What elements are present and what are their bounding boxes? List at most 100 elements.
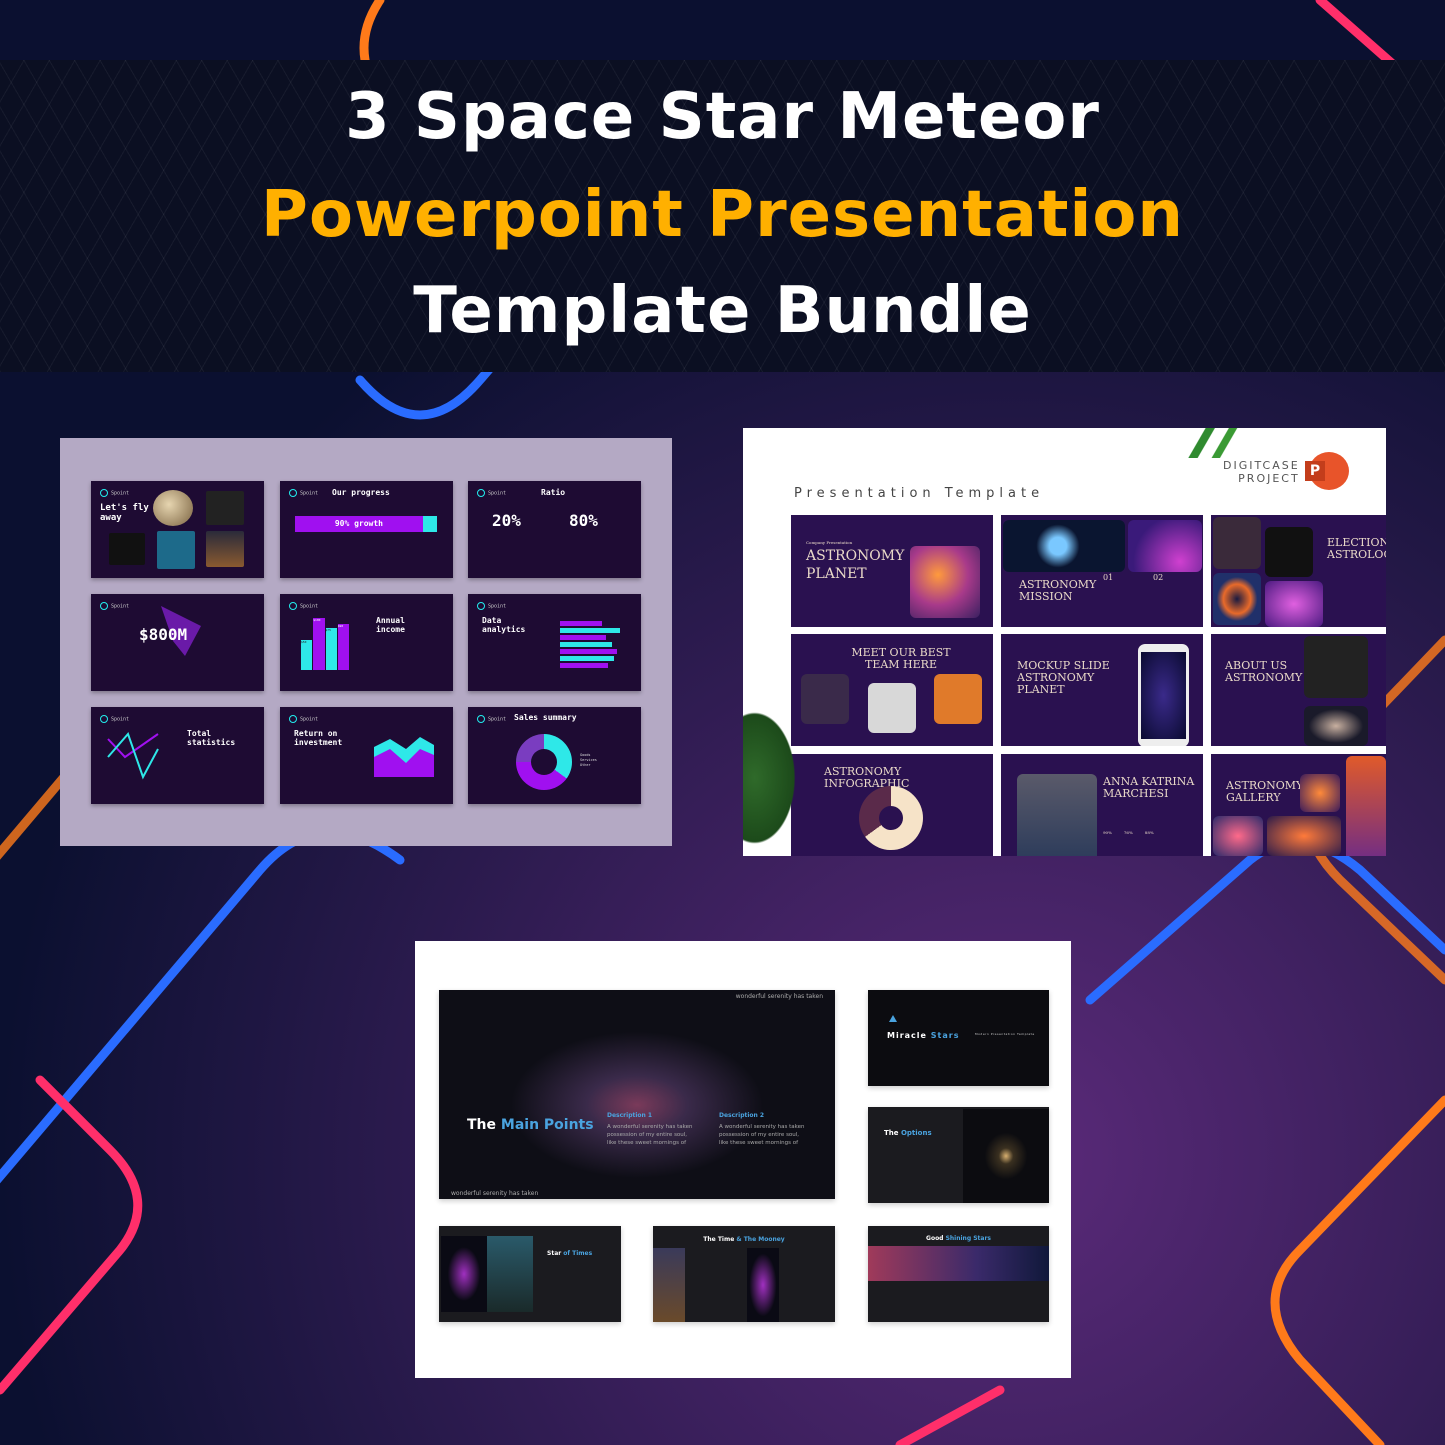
slide-title: The Main Points bbox=[467, 1117, 594, 1133]
monstera-leaf-decoration bbox=[743, 703, 801, 853]
slide-title: Total statistics bbox=[187, 729, 236, 747]
bar-chart: $50 $100 $75 $90 bbox=[301, 618, 349, 670]
galaxy-image bbox=[1304, 706, 1368, 746]
brand-logo: Spoint bbox=[100, 602, 129, 610]
bar: $100 bbox=[313, 618, 325, 670]
number-01: 01 bbox=[1103, 573, 1114, 582]
star-field-image bbox=[868, 1246, 1049, 1281]
brand-logo: Spoint bbox=[100, 715, 129, 723]
slide-title: Return on investment bbox=[294, 729, 343, 747]
space-image bbox=[1265, 527, 1313, 577]
gallery-image bbox=[1300, 774, 1340, 812]
slide-our-progress: Spoint Our progress 90% growth bbox=[280, 481, 453, 578]
slide-electional-astrology: Electional Astrology bbox=[1211, 515, 1386, 627]
milky-way-image bbox=[653, 1248, 685, 1322]
slide-star-of-times: Star of Times bbox=[439, 1226, 621, 1322]
brand-logo: Spoint bbox=[477, 602, 506, 610]
brand-logo: Spoint bbox=[289, 489, 318, 497]
night-sky-image bbox=[487, 1236, 533, 1312]
slide-astronomy-gallery: Astronomy Gallery bbox=[1211, 754, 1386, 856]
slide-title: Annual income bbox=[376, 616, 405, 634]
line-chart bbox=[107, 732, 159, 780]
slide-main-points: wonderful serenity has taken The Main Po… bbox=[439, 990, 835, 1199]
astronomy-template-preview: Presentation Template DIGITCASE PROJECT P… bbox=[743, 428, 1386, 856]
planet-image bbox=[153, 490, 193, 526]
slide-title: Miracle Stars bbox=[887, 1031, 960, 1040]
slide-title: The Time & The Mooney bbox=[703, 1236, 785, 1243]
slide-good-shining-stars: Good Shining Stars bbox=[868, 1226, 1049, 1322]
description-2-heading: Description 2 bbox=[719, 1112, 765, 1119]
nebula-image bbox=[1265, 581, 1323, 627]
slide-title: Sales summary bbox=[514, 713, 577, 722]
slide-the-options: The Options bbox=[868, 1107, 1049, 1203]
slide-miracle-stars: Miracle Stars Modern Presentation Templa… bbox=[868, 990, 1049, 1086]
bar: $90 bbox=[337, 624, 349, 670]
brand-logo: Spoint bbox=[100, 489, 129, 497]
team-photo bbox=[801, 674, 849, 724]
astronaut-image bbox=[109, 533, 145, 565]
stats: 90% 76% 88% bbox=[1103, 830, 1154, 835]
portrait-photo bbox=[1017, 774, 1097, 856]
ratio-left: 20% bbox=[492, 511, 521, 530]
description-1-heading: Description 1 bbox=[607, 1112, 653, 1119]
spoint-template-preview: Spoint Let's fly away Spoint Our progres… bbox=[60, 438, 672, 846]
slide-title: $800M bbox=[139, 625, 188, 644]
brand-logo: Spoint bbox=[289, 715, 318, 723]
nebula-image bbox=[910, 546, 980, 618]
slide-ratio: Spoint Ratio 20% 80% bbox=[468, 481, 641, 578]
slide-sales-summary: Spoint Sales summary Goods Services Other bbox=[468, 707, 641, 804]
gallery-image bbox=[1213, 816, 1263, 856]
palm-leaf-decoration bbox=[1183, 428, 1253, 458]
area-chart bbox=[374, 737, 434, 777]
slide-title: Astronomy Infographic bbox=[824, 765, 910, 790]
slide-title: Meet our best team here bbox=[851, 646, 951, 671]
slide-return-on-investment: Spoint Return on investment bbox=[280, 707, 453, 804]
nebula-image bbox=[441, 1236, 487, 1312]
star-trails-image bbox=[1304, 636, 1368, 698]
slide-title: Let's fly away bbox=[100, 503, 149, 523]
slide-title: Our progress bbox=[332, 488, 390, 497]
triangle-icon bbox=[889, 1015, 897, 1022]
slide-lets-fly-away: Spoint Let's fly away bbox=[91, 481, 264, 578]
title-line-1: 3 Space Star Meteor bbox=[345, 80, 1100, 154]
slide-mockup-astronomy-planet: Mockup slide Astronomy Planet bbox=[1001, 634, 1203, 746]
slide-subtitle: Modern Presentation Template bbox=[975, 1032, 1035, 1036]
slide-astronomy-infographic: Astronomy Infographic bbox=[791, 754, 993, 856]
slide-astronomy-mission: Astronomy Mission 01 02 bbox=[1001, 515, 1203, 627]
gallery-image bbox=[1346, 756, 1386, 856]
slide-about-us-astronomy: About us Astronomy bbox=[1211, 634, 1386, 746]
station-image bbox=[206, 491, 244, 525]
ratio-right: 80% bbox=[569, 511, 598, 530]
title-line-2: Powerpoint Presentation bbox=[261, 178, 1184, 252]
team-photo bbox=[934, 674, 982, 724]
brand-logo: Spoint bbox=[477, 489, 506, 497]
slide-astronomy-planet: Company Presentation Astronomy Planet bbox=[791, 515, 993, 627]
powerpoint-icon: P bbox=[1305, 452, 1349, 490]
gallery-image bbox=[1267, 816, 1341, 856]
slide-title: Data analytics bbox=[482, 616, 526, 634]
description-2-text: A wonderful serenity has taken possessio… bbox=[719, 1124, 805, 1146]
slide-caption: wonderful serenity has taken bbox=[735, 993, 823, 1000]
slide-title: Anna Katrina Marchesi bbox=[1103, 775, 1195, 800]
galaxy-image bbox=[1128, 520, 1202, 572]
shuttle-image bbox=[157, 531, 195, 569]
galaxy-image bbox=[963, 1109, 1049, 1203]
brand-logo: Spoint bbox=[477, 715, 506, 723]
progress-fill: 90% growth bbox=[295, 516, 423, 532]
slide-meet-our-team: Meet our best team here bbox=[791, 634, 993, 746]
slide-title: Astronomy Mission bbox=[1019, 578, 1097, 603]
puzzle-ring-chart bbox=[859, 786, 923, 850]
slide-anna-katrina-marchesi: Anna Katrina Marchesi 90% 76% 88% bbox=[1001, 754, 1203, 856]
slide-total-statistics: Spoint Total statistics bbox=[91, 707, 264, 804]
slide-title: Astronomy Planet bbox=[806, 548, 905, 582]
slide-title: Star of Times bbox=[547, 1250, 593, 1257]
slide-kicker: Company Presentation bbox=[806, 540, 853, 545]
slide-annual-income: Spoint $50 $100 $75 $90 Annual income bbox=[280, 594, 453, 691]
slide-title: The Options bbox=[884, 1129, 932, 1137]
horizontal-bar-chart bbox=[560, 621, 620, 668]
slide-title: Ratio bbox=[541, 488, 566, 497]
description-1-text: A wonderful serenity has taken possessio… bbox=[607, 1124, 693, 1146]
title-line-3: Template Bundle bbox=[413, 274, 1032, 348]
slide-time-and-mooney: The Time & The Mooney bbox=[653, 1226, 835, 1322]
brand-name: DIGITCASE PROJECT bbox=[1223, 459, 1300, 485]
